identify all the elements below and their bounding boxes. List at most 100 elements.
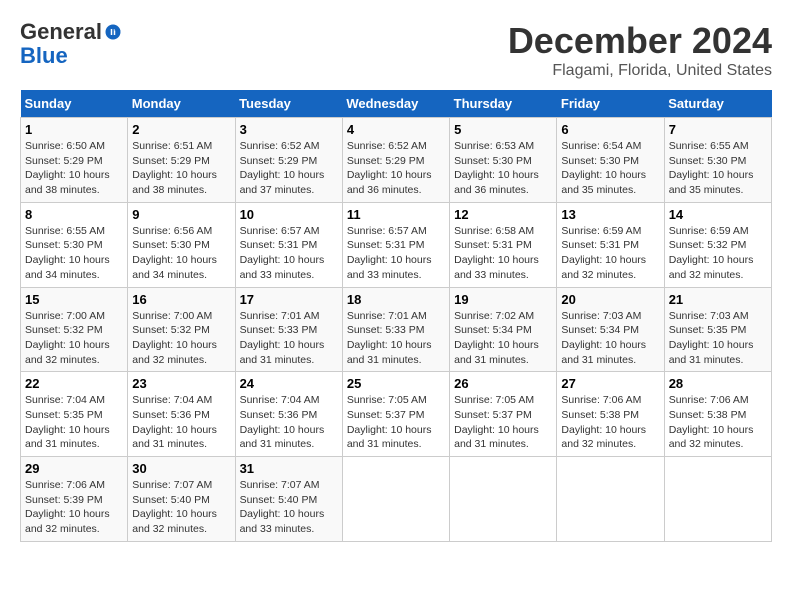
day-number: 19 [454, 292, 552, 307]
day-number: 25 [347, 376, 445, 391]
day-cell-4: 4Sunrise: 6:52 AMSunset: 5:29 PMDaylight… [342, 118, 449, 203]
day-number: 27 [561, 376, 659, 391]
logo-blue: Blue [20, 44, 122, 68]
header-friday: Friday [557, 90, 664, 118]
day-info: Sunrise: 6:52 AMSunset: 5:29 PMDaylight:… [347, 139, 445, 198]
empty-cell [664, 457, 771, 542]
day-number: 26 [454, 376, 552, 391]
day-info: Sunrise: 6:56 AMSunset: 5:30 PMDaylight:… [132, 224, 230, 283]
day-cell-25: 25 Sunrise: 7:05 AMSunset: 5:37 PMDayligh… [342, 372, 449, 457]
day-info: Sunrise: 7:06 AMSunset: 5:38 PMDaylight:… [561, 393, 659, 452]
day-cell-12: 12 Sunrise: 6:58 AMSunset: 5:31 PMDayligh… [450, 202, 557, 287]
logo-icon [104, 23, 122, 41]
day-cell-29: 29 Sunrise: 7:06 AMSunset: 5:39 PMDayligh… [21, 457, 128, 542]
day-number: 10 [240, 207, 338, 222]
calendar-table: SundayMondayTuesdayWednesdayThursdayFrid… [20, 90, 772, 542]
header-sunday: Sunday [21, 90, 128, 118]
header-tuesday: Tuesday [235, 90, 342, 118]
day-info: Sunrise: 7:03 AMSunset: 5:35 PMDaylight:… [669, 309, 767, 368]
header-saturday: Saturday [664, 90, 771, 118]
day-cell-21: 21 Sunrise: 7:03 AMSunset: 5:35 PMDayligh… [664, 287, 771, 372]
day-info: Sunrise: 7:04 AMSunset: 5:36 PMDaylight:… [240, 393, 338, 452]
day-info: Sunrise: 6:55 AMSunset: 5:30 PMDaylight:… [25, 224, 123, 283]
day-cell-7: 7Sunrise: 6:55 AMSunset: 5:30 PMDaylight… [664, 118, 771, 203]
day-info: Sunrise: 6:59 AMSunset: 5:32 PMDaylight:… [669, 224, 767, 283]
day-number: 6 [561, 122, 659, 137]
empty-cell [557, 457, 664, 542]
logo: General Blue [20, 20, 122, 68]
day-cell-9: 9 Sunrise: 6:56 AMSunset: 5:30 PMDaylight… [128, 202, 235, 287]
day-number: 16 [132, 292, 230, 307]
day-info: Sunrise: 7:01 AMSunset: 5:33 PMDaylight:… [347, 309, 445, 368]
day-info: Sunrise: 6:53 AMSunset: 5:30 PMDaylight:… [454, 139, 552, 198]
day-cell-28: 28 Sunrise: 7:06 AMSunset: 5:38 PMDayligh… [664, 372, 771, 457]
calendar-title: December 2024 [508, 20, 772, 62]
day-cell-5: 5Sunrise: 6:53 AMSunset: 5:30 PMDaylight… [450, 118, 557, 203]
day-info: Sunrise: 6:59 AMSunset: 5:31 PMDaylight:… [561, 224, 659, 283]
day-cell-24: 24 Sunrise: 7:04 AMSunset: 5:36 PMDayligh… [235, 372, 342, 457]
empty-cell [342, 457, 449, 542]
day-info: Sunrise: 7:06 AMSunset: 5:39 PMDaylight:… [25, 478, 123, 537]
day-cell-30: 30Sunrise: 7:07 AMSunset: 5:40 PMDayligh… [128, 457, 235, 542]
day-number: 7 [669, 122, 767, 137]
title-area: December 2024 Flagami, Florida, United S… [508, 20, 772, 80]
day-cell-3: 3 Sunrise: 6:52 AMSunset: 5:29 PMDaylight… [235, 118, 342, 203]
empty-cell [450, 457, 557, 542]
day-info: Sunrise: 7:05 AMSunset: 5:37 PMDaylight:… [347, 393, 445, 452]
day-cell-27: 27 Sunrise: 7:06 AMSunset: 5:38 PMDayligh… [557, 372, 664, 457]
day-number: 3 [240, 122, 338, 137]
day-number: 12 [454, 207, 552, 222]
day-number: 28 [669, 376, 767, 391]
day-cell-14: 14 Sunrise: 6:59 AMSunset: 5:32 PMDayligh… [664, 202, 771, 287]
calendar-subtitle: Flagami, Florida, United States [508, 62, 772, 80]
day-info: Sunrise: 7:00 AMSunset: 5:32 PMDaylight:… [25, 309, 123, 368]
week-row-4: 22 Sunrise: 7:04 AMSunset: 5:35 PMDayligh… [21, 372, 772, 457]
day-cell-6: 6 Sunrise: 6:54 AMSunset: 5:30 PMDaylight… [557, 118, 664, 203]
day-number: 18 [347, 292, 445, 307]
day-info: Sunrise: 7:05 AMSunset: 5:37 PMDaylight:… [454, 393, 552, 452]
day-number: 14 [669, 207, 767, 222]
day-cell-2: 2Sunrise: 6:51 AMSunset: 5:29 PMDaylight… [128, 118, 235, 203]
header-wednesday: Wednesday [342, 90, 449, 118]
day-info: Sunrise: 7:00 AMSunset: 5:32 PMDaylight:… [132, 309, 230, 368]
day-number: 23 [132, 376, 230, 391]
day-info: Sunrise: 6:51 AMSunset: 5:29 PMDaylight:… [132, 139, 230, 198]
day-info: Sunrise: 7:07 AMSunset: 5:40 PMDaylight:… [240, 478, 338, 537]
day-number: 17 [240, 292, 338, 307]
day-info: Sunrise: 7:01 AMSunset: 5:33 PMDaylight:… [240, 309, 338, 368]
day-cell-17: 17 Sunrise: 7:01 AMSunset: 5:33 PMDayligh… [235, 287, 342, 372]
day-number: 11 [347, 207, 445, 222]
day-number: 13 [561, 207, 659, 222]
day-info: Sunrise: 6:57 AMSunset: 5:31 PMDaylight:… [240, 224, 338, 283]
day-cell-23: 23 Sunrise: 7:04 AMSunset: 5:36 PMDayligh… [128, 372, 235, 457]
day-number: 31 [240, 461, 338, 476]
day-number: 8 [25, 207, 123, 222]
day-cell-19: 19Sunrise: 7:02 AMSunset: 5:34 PMDayligh… [450, 287, 557, 372]
header: General Blue December 2024 Flagami, Flor… [20, 20, 772, 80]
day-number: 24 [240, 376, 338, 391]
day-info: Sunrise: 7:07 AMSunset: 5:40 PMDaylight:… [132, 478, 230, 537]
header-thursday: Thursday [450, 90, 557, 118]
day-info: Sunrise: 7:04 AMSunset: 5:35 PMDaylight:… [25, 393, 123, 452]
day-cell-31: 31 Sunrise: 7:07 AMSunset: 5:40 PMDayligh… [235, 457, 342, 542]
day-cell-13: 13 Sunrise: 6:59 AMSunset: 5:31 PMDayligh… [557, 202, 664, 287]
calendar-header-row: SundayMondayTuesdayWednesdayThursdayFrid… [21, 90, 772, 118]
day-cell-16: 16 Sunrise: 7:00 AMSunset: 5:32 PMDayligh… [128, 287, 235, 372]
header-monday: Monday [128, 90, 235, 118]
day-cell-15: 15Sunrise: 7:00 AMSunset: 5:32 PMDayligh… [21, 287, 128, 372]
day-cell-10: 10 Sunrise: 6:57 AMSunset: 5:31 PMDayligh… [235, 202, 342, 287]
week-row-1: 1Sunrise: 6:50 AMSunset: 5:29 PMDaylight… [21, 118, 772, 203]
day-info: Sunrise: 6:52 AMSunset: 5:29 PMDaylight:… [240, 139, 338, 198]
day-cell-11: 11Sunrise: 6:57 AMSunset: 5:31 PMDayligh… [342, 202, 449, 287]
day-info: Sunrise: 7:06 AMSunset: 5:38 PMDaylight:… [669, 393, 767, 452]
day-number: 9 [132, 207, 230, 222]
day-cell-20: 20Sunrise: 7:03 AMSunset: 5:34 PMDayligh… [557, 287, 664, 372]
day-info: Sunrise: 6:54 AMSunset: 5:30 PMDaylight:… [561, 139, 659, 198]
day-cell-1: 1Sunrise: 6:50 AMSunset: 5:29 PMDaylight… [21, 118, 128, 203]
day-number: 29 [25, 461, 123, 476]
day-number: 22 [25, 376, 123, 391]
week-row-3: 15Sunrise: 7:00 AMSunset: 5:32 PMDayligh… [21, 287, 772, 372]
day-number: 21 [669, 292, 767, 307]
day-info: Sunrise: 7:04 AMSunset: 5:36 PMDaylight:… [132, 393, 230, 452]
day-info: Sunrise: 6:58 AMSunset: 5:31 PMDaylight:… [454, 224, 552, 283]
